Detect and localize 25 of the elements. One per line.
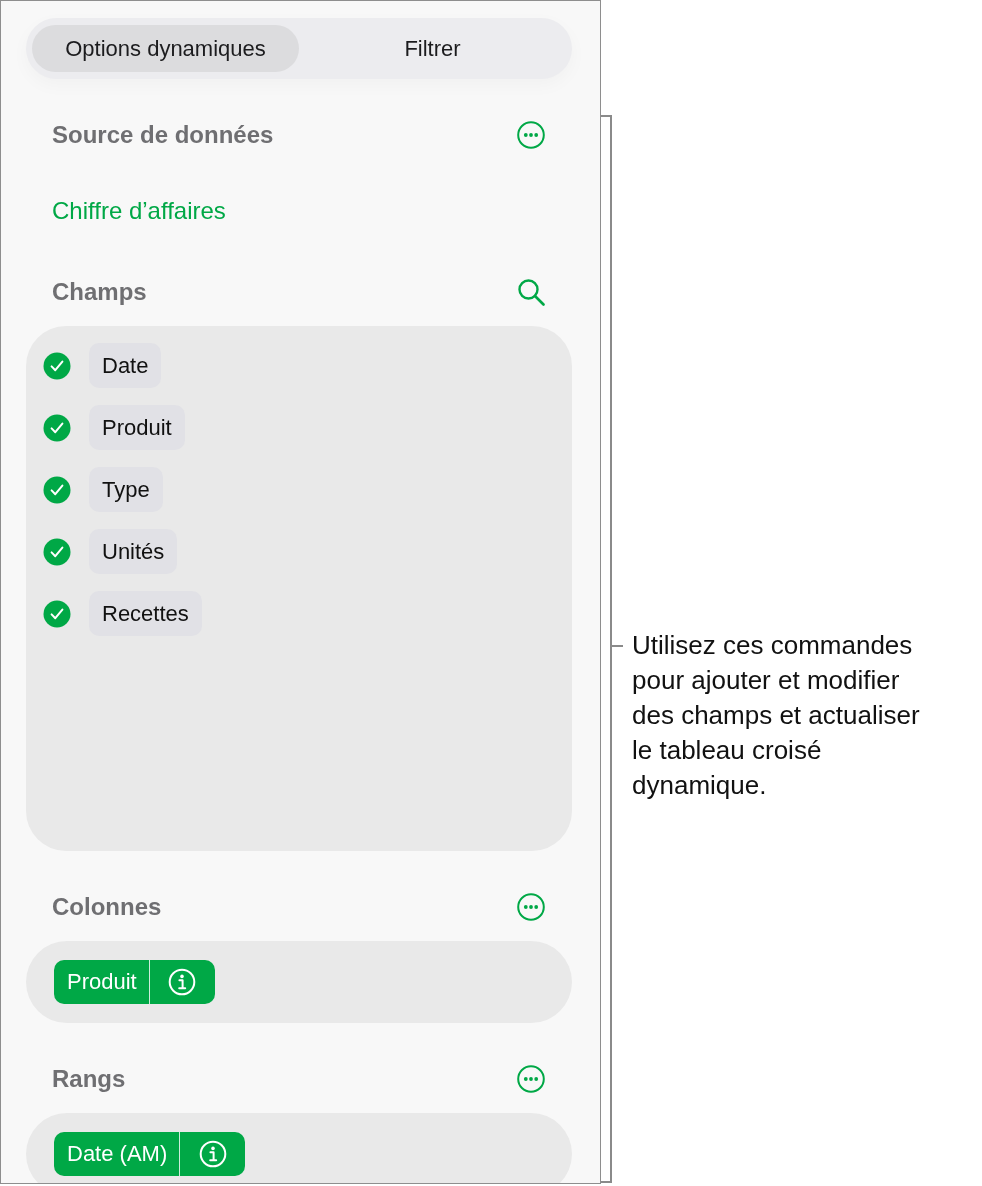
checkmark-icon[interactable] [43,413,71,442]
info-button[interactable] [179,1132,246,1176]
search-icon[interactable] [517,278,545,306]
field-tag[interactable]: Unités [89,529,178,574]
field-tag[interactable]: Date [89,343,162,388]
info-icon [198,1140,227,1168]
section-heading: Champs [52,278,147,306]
field-tag[interactable]: Type [89,467,163,512]
checkmark-icon[interactable] [43,475,71,504]
tab[interactable]: Options dynamiques [32,25,299,72]
info-icon [168,968,197,996]
field-tag[interactable]: Recettes [89,591,202,636]
checkmark-icon[interactable] [43,599,71,628]
section-heading: Rangs [52,1065,126,1093]
tab[interactable]: Filtrer [299,25,566,72]
checkmark-icon[interactable] [43,351,71,380]
info-button[interactable] [148,960,215,1004]
callout-text: Utilisez ces commandes pour ajouter et modifier des champs et actualiser le tableau croisé dynamique. [632,629,921,802]
more-icon[interactable] [517,121,545,149]
section-heading: Colonnes [52,893,162,921]
checkmark-icon[interactable] [43,537,71,566]
more-icon[interactable] [517,1065,545,1093]
section-heading: Source de données [52,121,274,149]
more-icon[interactable] [517,893,545,921]
field-tag[interactable]: Produit [89,405,185,450]
